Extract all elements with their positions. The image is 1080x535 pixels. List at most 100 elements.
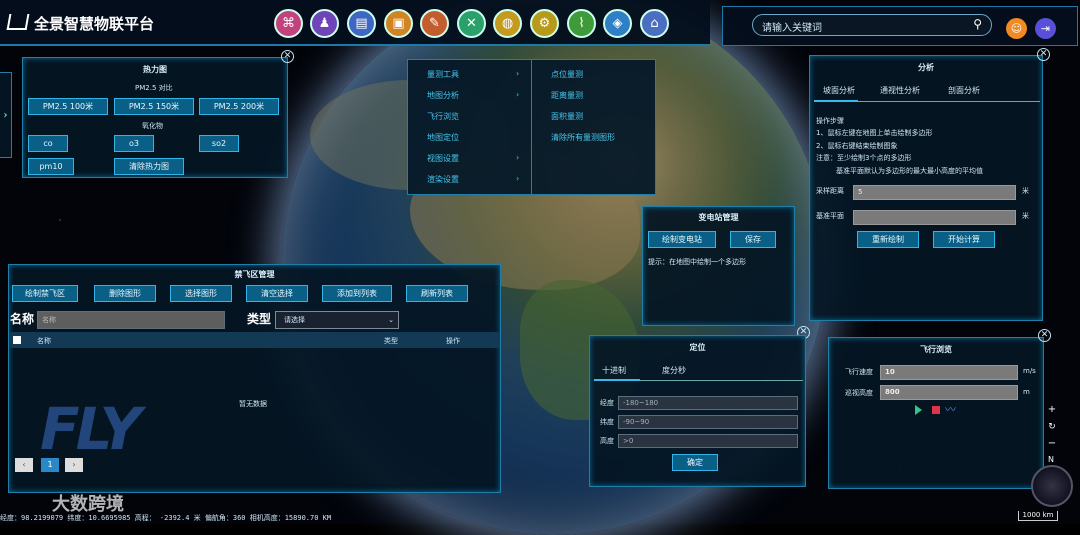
altitude-label: 巡视高度 <box>845 389 873 397</box>
prev-page-button[interactable]: ‹ <box>15 458 33 472</box>
menu-item-map-analysis[interactable]: 地图分析 <box>427 90 459 101</box>
home-icon[interactable]: ⌂ <box>640 9 669 38</box>
step-note: 注意：至少绘制3个点的多边形 <box>816 154 912 162</box>
submenu-clear-measure[interactable]: 清除所有量测图形 <box>551 132 615 143</box>
alt-label: 高度 <box>600 437 614 445</box>
lng-input[interactable]: -180~180 <box>618 396 798 410</box>
menu-item-render-settings[interactable]: 渲染设置 <box>427 174 459 185</box>
altitude-input[interactable]: 800 <box>880 385 1018 400</box>
steps-title: 操作步骤 <box>816 117 844 125</box>
chart-icon[interactable]: ⌇ <box>567 9 596 38</box>
search-input[interactable]: 请输入关键词 ⚲ <box>752 14 992 36</box>
tab-slope[interactable]: 坡面分析 <box>823 85 855 96</box>
pm25-200-button[interactable]: PM2.5 200米 <box>199 98 279 115</box>
flight-close-icon[interactable]: ✕ <box>1038 329 1051 342</box>
zoom-out-button[interactable]: − <box>1046 438 1058 450</box>
zoom-in-button[interactable]: + <box>1046 404 1058 416</box>
speed-label: 飞行速度 <box>845 368 873 376</box>
chevron-right-icon: › <box>516 174 520 183</box>
user-avatar-icon[interactable]: ☺ <box>1006 18 1027 39</box>
analysis-panel: 分析 坡面分析 通视性分析 剖面分析 操作步骤 1、鼠标左键在地图上单击绘制多边… <box>809 55 1043 321</box>
col-type: 类型 <box>384 337 398 345</box>
alt-input[interactable]: >0 <box>618 434 798 448</box>
co-button[interactable]: co <box>28 135 68 152</box>
altitude-unit: m <box>1023 388 1030 396</box>
layers-icon[interactable]: ▤ <box>347 9 376 38</box>
grid-icon[interactable]: ⌘ <box>274 9 303 38</box>
lat-label: 纬度 <box>600 418 614 426</box>
logout-icon[interactable]: ⇥ <box>1035 18 1056 39</box>
speed-input[interactable]: 10 <box>880 365 1018 380</box>
start-calc-button[interactable]: 开始计算 <box>933 231 995 248</box>
step-2: 2、鼠标右键结束绘制图象 <box>816 142 898 150</box>
camera-icon[interactable]: ▣ <box>384 9 413 38</box>
tab-dms[interactable]: 度分秒 <box>662 365 686 376</box>
menu-item-view-settings[interactable]: 视图设置 <box>427 153 459 164</box>
add-to-list-button[interactable]: 添加到列表 <box>322 285 392 302</box>
speed-unit: m/s <box>1023 367 1036 375</box>
brand-watermark: 大数跨境 <box>52 494 124 515</box>
so2-button[interactable]: so2 <box>199 135 239 152</box>
sample-distance-input[interactable]: 5 <box>853 185 1016 200</box>
tab-visibility[interactable]: 通视性分析 <box>880 85 920 96</box>
tab-decimal[interactable]: 十进制 <box>602 365 626 376</box>
pm10-button[interactable]: pm10 <box>28 158 74 175</box>
draw-nofly-button[interactable]: 绘制禁飞区 <box>12 285 78 302</box>
substation-title: 变电站管理 <box>698 213 739 222</box>
empty-state: 暂无数据 <box>239 400 267 408</box>
submenu-distance-measure[interactable]: 距离量测 <box>551 90 583 101</box>
o3-button[interactable]: o3 <box>114 135 154 152</box>
reset-view-icon[interactable]: ↻ <box>1046 421 1058 433</box>
pm25-150-button[interactable]: PM2.5 150米 <box>114 98 194 115</box>
base-plane-label: 基准平面 <box>816 212 844 220</box>
chevron-right-icon: › <box>516 153 520 162</box>
chevron-down-icon: ⌄ <box>388 316 394 324</box>
oxide-label: 氧化物 <box>142 122 163 130</box>
stop-icon[interactable] <box>932 406 940 414</box>
save-button[interactable]: 保存 <box>730 231 776 248</box>
tools-icon[interactable]: ✕ <box>457 9 486 38</box>
pm25-100-button[interactable]: PM2.5 100米 <box>28 98 108 115</box>
menu-item-locate[interactable]: 地图定位 <box>427 132 459 143</box>
tab-profile[interactable]: 剖面分析 <box>948 85 980 96</box>
submenu-point-measure[interactable]: 点位量测 <box>551 69 583 80</box>
refresh-list-button[interactable]: 刷新列表 <box>406 285 468 302</box>
tool-menu: 量测工具 › 地图分析 › 飞行浏览 地图定位 视图设置 › 渲染设置 › 点位… <box>407 59 656 196</box>
redraw-button[interactable]: 重新绘制 <box>857 231 919 248</box>
user-pin-icon[interactable]: ♟ <box>310 9 339 38</box>
map-edit-icon[interactable]: ✎ <box>420 9 449 38</box>
lat-input[interactable]: -90~90 <box>618 415 798 429</box>
menu-item-measure[interactable]: 量测工具 <box>427 69 459 80</box>
clear-selection-button[interactable]: 清空选择 <box>246 285 308 302</box>
confirm-button[interactable]: 确定 <box>672 454 718 471</box>
compass-icon[interactable] <box>1031 465 1073 507</box>
delete-shape-button[interactable]: 删除图形 <box>94 285 156 302</box>
flight-title: 飞行浏览 <box>920 345 952 354</box>
chevron-right-icon: › <box>516 90 520 99</box>
lng-label: 经度 <box>600 399 614 407</box>
select-shape-button[interactable]: 选择图形 <box>170 285 232 302</box>
menu-item-flight[interactable]: 飞行浏览 <box>427 111 459 122</box>
type-label: 类型 <box>247 312 272 326</box>
draw-substation-button[interactable]: 绘制变电站 <box>648 231 716 248</box>
name-label: 名称 <box>10 312 35 326</box>
heatmap-title: 热力图 <box>143 65 167 74</box>
app-logo-icon <box>6 14 30 30</box>
clear-heatmap-button[interactable]: 清除热力图 <box>114 158 184 175</box>
side-expand-tab[interactable]: › <box>0 72 12 158</box>
globe-icon[interactable]: ◍ <box>493 9 522 38</box>
analysis-close-icon[interactable]: ✕ <box>1037 48 1050 61</box>
gear-icon[interactable]: ⚙ <box>530 9 559 38</box>
name-input[interactable]: 名称 <box>37 311 225 329</box>
cube-icon[interactable]: ◈ <box>603 9 632 38</box>
heatmap-close-icon[interactable]: ✕ <box>281 50 294 63</box>
search-icon[interactable]: ⚲ <box>973 17 982 31</box>
locate-tab-indicator <box>594 379 640 381</box>
type-select[interactable]: 请选择 ⌄ <box>275 311 399 329</box>
play-icon[interactable] <box>915 405 922 415</box>
select-all-checkbox[interactable] <box>13 336 21 344</box>
submenu-area-measure[interactable]: 面积量测 <box>551 111 583 122</box>
nofly-title: 禁飞区管理 <box>234 270 275 279</box>
base-plane-input[interactable] <box>853 210 1016 225</box>
path-icon[interactable]: 〰 <box>945 401 956 417</box>
